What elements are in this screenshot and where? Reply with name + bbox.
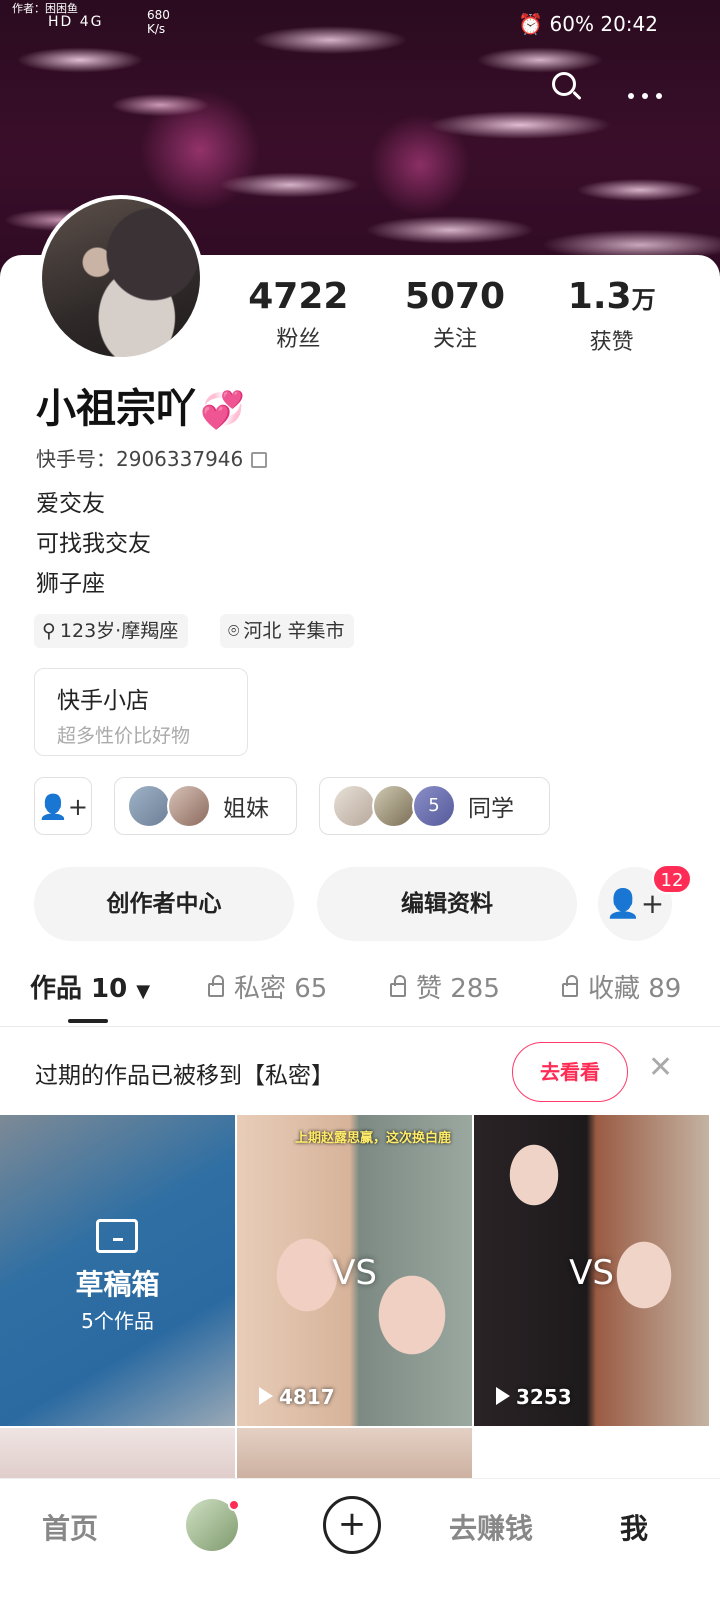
lock-icon (562, 975, 578, 997)
search-button[interactable] (548, 70, 584, 106)
stat-fans-value: 4722 (248, 276, 349, 317)
stat-fans-label: 粉丝 (276, 327, 321, 352)
network-speed: 680 K/s (147, 8, 170, 36)
profile-tabs: 作品 10 ▼ 私密 65 赞 285 收藏 89 (0, 968, 720, 1028)
status-bar: 作者：困困鱼 HD 4G 680 K/s ⏰ 60% 20:42 (0, 0, 720, 52)
avatar (372, 784, 416, 828)
tab-indicator (68, 1019, 108, 1023)
kuaishou-id-label: 快手号： (36, 447, 116, 471)
qr-code-icon[interactable] (251, 452, 268, 468)
bio-line: 爱交友 (36, 491, 105, 517)
relation-classmates[interactable]: 5 同学 (319, 777, 550, 835)
nav-earn[interactable]: 去赚钱 (449, 1507, 533, 1547)
go-see-button[interactable]: 去看看 (512, 1042, 628, 1102)
play-count: 3253 (496, 1385, 572, 1409)
tag-age-zodiac: ⚲ 123岁·摩羯座 (34, 614, 189, 648)
add-relation-button[interactable]: 👤+ (34, 777, 92, 835)
lock-icon (208, 975, 224, 997)
edit-profile-button[interactable]: 编辑资料 (317, 867, 577, 941)
add-person-icon: 👤+ (38, 793, 88, 821)
close-icon[interactable]: ✕ (648, 1050, 673, 1085)
avatar (332, 784, 376, 828)
location-icon: ⌾ (228, 620, 240, 642)
stat-fans[interactable]: 4722 粉丝 (220, 277, 377, 356)
signal-indicator: HD 4G (48, 14, 104, 30)
profile-avatar[interactable] (38, 195, 204, 361)
stat-following[interactable]: 5070 关注 (377, 277, 534, 356)
play-count: 4817 (259, 1385, 335, 1409)
avatar (167, 784, 211, 828)
tab-works[interactable]: 作品 10 ▼ (30, 968, 150, 1005)
add-person-icon: 👤+ (605, 887, 665, 920)
more-button[interactable] (624, 76, 668, 100)
tag-location: ⌾ 河北 辛集市 (220, 614, 355, 648)
stat-likes-value: 1.3 (567, 276, 632, 317)
notification-badge: 12 (652, 864, 692, 894)
avatar-count: 5 (412, 784, 456, 828)
divider (0, 1026, 720, 1027)
video-caption: 上期赵露思赢，这次换白鹿 (295, 1131, 452, 1146)
draft-count: 5个作品 (81, 1309, 154, 1333)
draft-box[interactable]: 草稿箱 5个作品 (0, 1115, 235, 1426)
play-icon (259, 1387, 273, 1405)
stat-following-value: 5070 (404, 276, 506, 317)
kuaishou-shop[interactable]: 快手小店 超多性价比好物 (34, 668, 248, 756)
heart-emoji-icon: 💞 (200, 390, 245, 431)
video-thumbnail[interactable]: VS 3253 (474, 1115, 709, 1426)
folder-icon (96, 1219, 138, 1253)
avatar (127, 784, 171, 828)
nickname-text: 小祖宗吖 (36, 386, 196, 432)
nav-home[interactable]: 首页 (42, 1507, 98, 1547)
stat-following-label: 关注 (433, 327, 478, 352)
kuaishou-id[interactable]: 快手号：2906337946 (36, 443, 268, 472)
profile-nickname: 小祖宗吖 💞 (36, 376, 245, 434)
vs-label: VS (569, 1253, 614, 1293)
draft-title: 草稿箱 (75, 1268, 160, 1301)
relation-label: 姐妹 (223, 796, 269, 822)
stat-likes[interactable]: 1.3万 获赞 (533, 277, 690, 356)
gender-icon: ⚲ (42, 620, 56, 642)
bio-line: 可找我交友 (36, 531, 151, 557)
profile-stats: 4722 粉丝 5070 关注 1.3万 获赞 (220, 277, 690, 356)
bio-line: 狮子座 (36, 571, 105, 597)
video-thumbnail[interactable]: 上期赵露思赢，这次换白鹿 VS 4817 (237, 1115, 472, 1426)
relation-label: 同学 (468, 796, 514, 822)
unread-dot (228, 1499, 240, 1511)
creator-center-button[interactable]: 创作者中心 (34, 867, 294, 941)
kuaishou-id-value: 2906337946 (116, 447, 244, 471)
chevron-down-icon: ▼ (136, 981, 151, 1002)
plus-icon: + (337, 1504, 367, 1544)
more-icon (628, 93, 634, 99)
shop-title: 快手小店 (57, 688, 149, 714)
tab-liked[interactable]: 赞 285 (390, 968, 500, 1005)
tab-private[interactable]: 私密 65 (208, 968, 327, 1005)
shop-subtitle: 超多性价比好物 (57, 725, 191, 747)
bottom-nav: 首页 + 去赚钱 我 (0, 1478, 720, 1600)
vs-label: VS (332, 1253, 377, 1293)
nav-me[interactable]: 我 (620, 1507, 648, 1547)
tab-favorites[interactable]: 收藏 89 (562, 968, 681, 1005)
status-right: ⏰ 60% 20:42 (518, 12, 658, 36)
play-icon (496, 1387, 510, 1405)
expired-notice: 过期的作品已被移到【私密】 去看看 ✕ (0, 1030, 720, 1114)
stat-likes-label: 获赞 (589, 330, 634, 355)
stat-likes-unit: 万 (631, 286, 656, 314)
relation-sisters[interactable]: 姐妹 (114, 777, 297, 835)
lock-icon (390, 975, 406, 997)
create-button[interactable]: + (323, 1496, 381, 1554)
notice-text: 过期的作品已被移到【私密】 (35, 1063, 334, 1089)
